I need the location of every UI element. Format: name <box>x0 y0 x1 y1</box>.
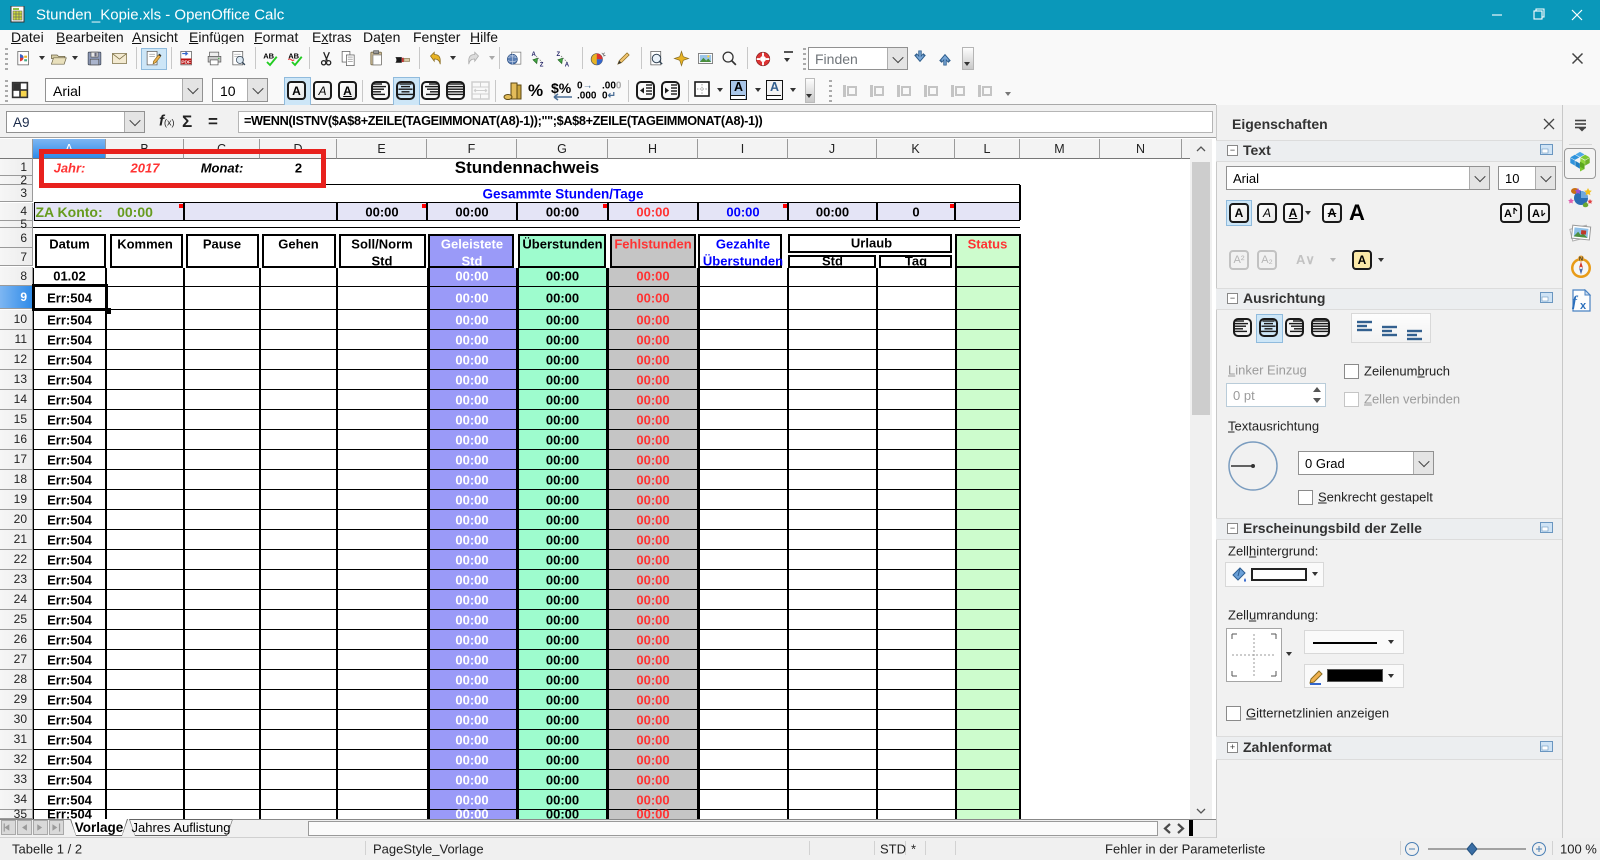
svg-text:Z: Z <box>540 63 544 69</box>
svg-text:x: x <box>1580 300 1587 312</box>
svg-text:A: A <box>1504 208 1512 220</box>
svg-text:N: N <box>1579 257 1583 263</box>
svg-text:AB: AB <box>263 51 274 60</box>
svg-text:PDF: PDF <box>181 59 191 65</box>
svg-text:A: A <box>565 63 570 69</box>
svg-text:A: A <box>1532 208 1540 220</box>
svg-text:A: A <box>532 52 537 58</box>
svg-text:Z: Z <box>557 52 561 58</box>
